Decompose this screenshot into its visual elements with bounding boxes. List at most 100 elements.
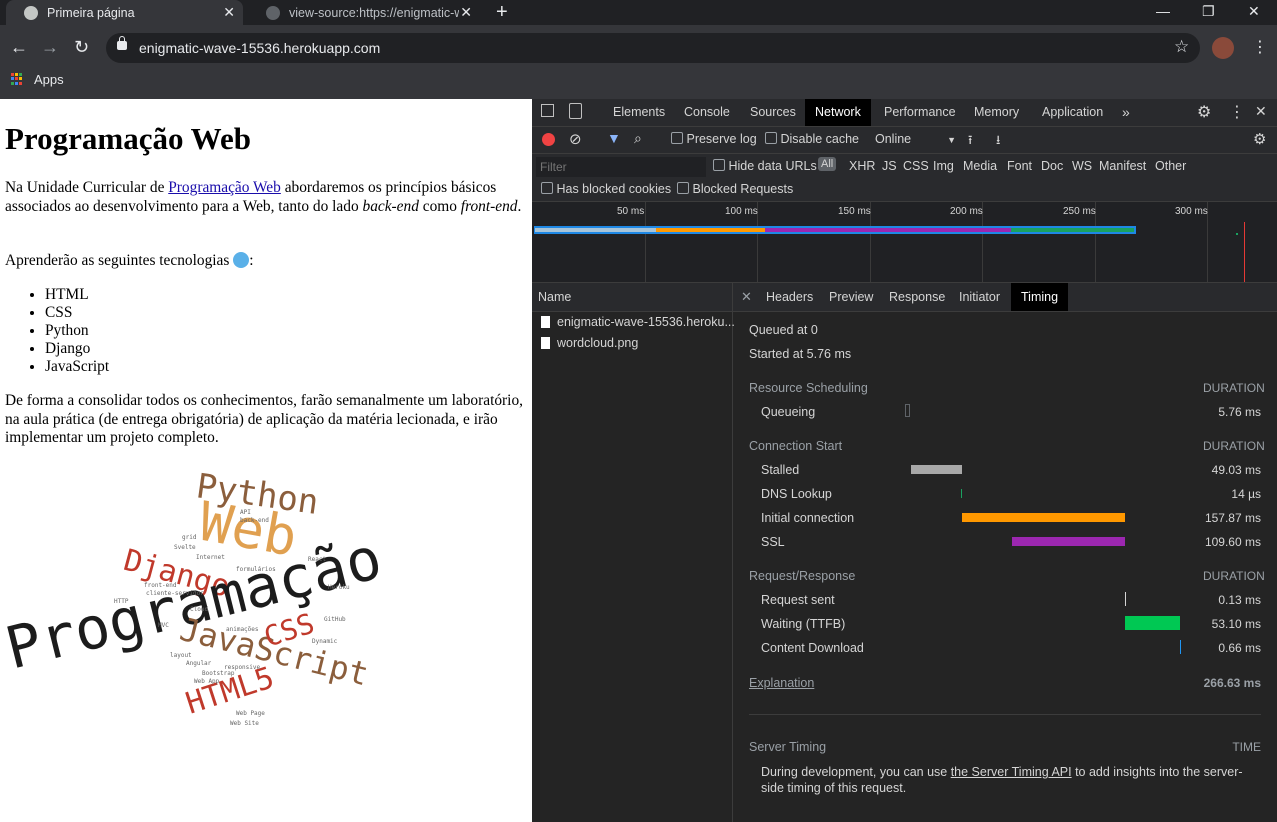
device-toolbar-icon[interactable] xyxy=(569,103,582,119)
duration-header: DURATION xyxy=(1203,569,1265,583)
closing-paragraph: De forma a consolidar todos os conhecime… xyxy=(5,392,523,446)
filter-type-font[interactable]: Font xyxy=(1007,159,1032,173)
throttling-select[interactable]: Online ▼ xyxy=(875,132,956,146)
filter-type-js[interactable]: JS xyxy=(882,159,897,173)
disable-cache-checkbox[interactable]: Disable cache xyxy=(765,132,859,146)
reload-icon[interactable]: ↻ xyxy=(74,36,89,58)
wordcloud-word: Heroku xyxy=(328,584,350,591)
filter-type-ws[interactable]: WS xyxy=(1072,159,1092,173)
filter-type-xhr[interactable]: XHR xyxy=(849,159,875,173)
overview-bar-stalled xyxy=(535,228,656,232)
started-at-text: Started at 5.76 ms xyxy=(749,347,852,361)
filter-type-all[interactable]: All xyxy=(818,157,837,171)
list-item: Django xyxy=(45,340,109,358)
tab-application[interactable]: Application xyxy=(1032,99,1113,126)
bookmark-star-icon[interactable]: ☆ xyxy=(1174,37,1189,57)
tab-initiator[interactable]: Initiator xyxy=(949,283,1010,311)
request-row[interactable]: enigmatic-wave-15536.heroku... xyxy=(541,315,735,329)
request-row[interactable]: wordcloud.png xyxy=(541,336,638,350)
divider xyxy=(749,714,1261,715)
tab-response[interactable]: Response xyxy=(879,283,955,311)
globe-icon xyxy=(266,5,280,20)
list-item: HTML xyxy=(45,286,109,304)
tab-console[interactable]: Console xyxy=(674,99,740,126)
export-har-icon[interactable]: ⭳ xyxy=(996,131,1000,152)
list-item: Python xyxy=(45,322,109,340)
filter-input[interactable] xyxy=(536,157,706,177)
tab-headers[interactable]: Headers xyxy=(756,283,823,311)
tab-performance[interactable]: Performance xyxy=(874,99,966,126)
forward-icon[interactable]: → xyxy=(41,36,59,58)
minimize-icon[interactable]: — xyxy=(1156,0,1170,22)
new-tab-button[interactable]: + xyxy=(496,0,508,25)
browser-tab-view-source[interactable]: view-source:https://enigmatic-wa ✕ xyxy=(248,0,480,25)
blocked-requests-checkbox[interactable]: Blocked Requests xyxy=(677,182,793,196)
timing-bar-ssl xyxy=(1012,537,1125,546)
close-tab-icon[interactable]: ✕ xyxy=(460,4,472,21)
chevron-down-icon: ▼ xyxy=(947,135,957,145)
tab-title: Primeira página xyxy=(47,5,135,20)
tab-memory[interactable]: Memory xyxy=(964,99,1029,126)
close-devtools-icon[interactable]: ✕ xyxy=(1255,103,1267,120)
wordcloud-word: formulários xyxy=(236,566,276,573)
filter-type-other[interactable]: Other xyxy=(1155,159,1186,173)
wordcloud-word: grid xyxy=(182,534,197,541)
course-link[interactable]: Programação Web xyxy=(168,179,281,196)
settings-gear-icon[interactable]: ⚙ xyxy=(1197,102,1211,122)
server-timing-api-link[interactable]: the Server Timing API xyxy=(951,765,1072,779)
has-blocked-cookies-checkbox[interactable]: Has blocked cookies xyxy=(541,182,671,196)
tab-elements[interactable]: Elements xyxy=(603,99,675,126)
menu-icon[interactable]: ⋮ xyxy=(1252,37,1268,57)
record-icon[interactable] xyxy=(542,133,555,146)
overview-dot xyxy=(1236,233,1238,235)
filter-type-css[interactable]: CSS xyxy=(903,159,929,173)
globe-icon xyxy=(24,5,38,20)
wordcloud-word: Web App xyxy=(194,678,220,685)
explanation-link[interactable]: Explanation xyxy=(749,676,814,690)
url-text[interactable]: enigmatic-wave-15536.herokuapp.com xyxy=(139,40,380,56)
tab-sources[interactable]: Sources xyxy=(740,99,806,126)
lock-icon[interactable] xyxy=(117,36,127,50)
wordcloud-word: back-end xyxy=(240,517,269,524)
close-window-icon[interactable]: ✕ xyxy=(1248,0,1260,22)
more-tabs-icon[interactable]: » xyxy=(1122,104,1130,120)
filter-type-media[interactable]: Media xyxy=(963,159,997,173)
page-title: Programação Web xyxy=(5,121,251,156)
import-har-icon[interactable]: ⭱ xyxy=(968,131,972,152)
clear-icon[interactable]: ⊘ xyxy=(569,130,582,148)
wordcloud-word: HTTP xyxy=(114,598,129,605)
tab-preview[interactable]: Preview xyxy=(819,283,883,311)
duration-header: DURATION xyxy=(1203,381,1265,395)
back-icon[interactable]: ← xyxy=(10,36,28,58)
overview-bar-connection xyxy=(656,228,765,232)
close-tab-icon[interactable]: ✕ xyxy=(223,4,235,21)
name-column-header[interactable]: Name xyxy=(538,290,571,304)
devtools-menu-icon[interactable]: ⋮ xyxy=(1229,102,1245,122)
apps-bookmark[interactable]: Apps xyxy=(34,72,64,87)
wordcloud-word: React xyxy=(308,556,326,563)
filter-type-manifest[interactable]: Manifest xyxy=(1099,159,1146,173)
preserve-log-checkbox[interactable]: Preserve log xyxy=(671,132,757,146)
tab-timing[interactable]: Timing xyxy=(1011,283,1069,311)
section-title: Request/Response xyxy=(749,569,856,583)
duration-header: DURATION xyxy=(1203,439,1265,453)
hide-data-urls-checkbox[interactable]: Hide data URLs xyxy=(713,159,817,173)
queued-at-text: Queued at 0 xyxy=(749,323,818,337)
network-settings-icon[interactable]: ⚙ xyxy=(1253,130,1266,148)
filter-type-img[interactable]: Img xyxy=(933,159,954,173)
wordcloud-word: GitHub xyxy=(324,616,346,623)
timing-value: 109.60 ms xyxy=(1204,535,1261,549)
search-icon[interactable]: ⌕ xyxy=(634,130,642,147)
avatar[interactable] xyxy=(1212,37,1234,59)
tab-network[interactable]: Network xyxy=(805,99,871,126)
wordcloud-word: Svelte xyxy=(174,544,196,551)
filter-icon[interactable]: ▼ xyxy=(607,130,621,146)
wordcloud-word: Dynamic xyxy=(312,638,338,645)
close-detail-icon[interactable]: ✕ xyxy=(741,289,752,305)
server-timing-title: Server Timing xyxy=(749,740,827,754)
apps-icon[interactable] xyxy=(11,73,23,85)
restore-icon[interactable]: ❐ xyxy=(1202,0,1215,22)
browser-tab-active[interactable]: Primeira página ✕ xyxy=(6,0,243,25)
filter-type-doc[interactable]: Doc xyxy=(1041,159,1063,173)
inspect-element-icon[interactable] xyxy=(541,104,554,117)
